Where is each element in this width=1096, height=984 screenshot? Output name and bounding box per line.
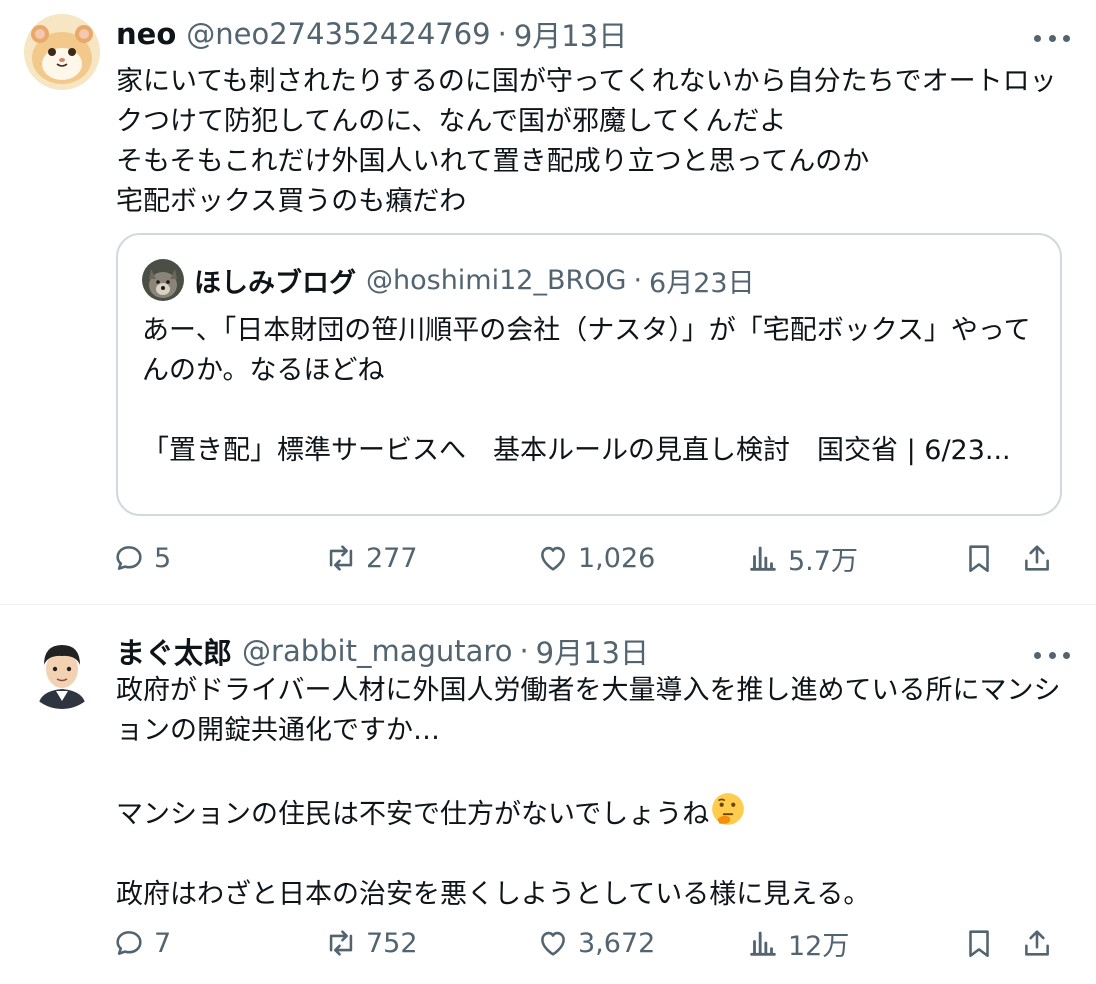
- like-count: 1,026: [578, 542, 656, 574]
- share-icon: [1025, 930, 1049, 956]
- reply-button[interactable]: 5: [112, 534, 171, 582]
- repost-icon: [329, 930, 353, 956]
- tweet-header: まぐ太郎 @rabbit_magutaro · 9月13日: [116, 631, 1016, 671]
- user-handle[interactable]: @rabbit_magutaro: [242, 634, 512, 668]
- view-count: 12万: [788, 930, 850, 962]
- like-button[interactable]: 1,026: [536, 534, 655, 582]
- reply-icon: [116, 546, 142, 570]
- like-count: 3,672: [578, 927, 656, 959]
- views-button[interactable]: 12万: [746, 919, 849, 967]
- hamster-avatar[interactable]: [24, 14, 100, 90]
- tweet-text: 家にいても刺されたりするのに国が守ってくれないから自分たちでオートロックつけて防…: [116, 66, 1057, 217]
- tweet-text-part: 政府がドライバー人材に外国人労働者を大量導入を推し進めている所にマンションの開錠…: [116, 675, 1061, 830]
- share-button[interactable]: [1020, 534, 1054, 582]
- quoted-tweet[interactable]: ほしみブログ @hoshimi12_BROG · 6月23日 あー、「日本財団の…: [116, 233, 1062, 516]
- tweet-date[interactable]: 9月13日: [536, 630, 649, 672]
- quoted-tweet-date: 6月23日: [649, 267, 755, 299]
- reply-icon: [116, 931, 142, 955]
- tweet[interactable]: neo @neo274352424769 · 9月13日 家にいても刺されたりす…: [0, 0, 1096, 604]
- analytics-icon: [750, 546, 776, 571]
- quoted-tweet-text: あー、「日本財団の笹川順平の会社（ナスタ）」が「宅配ボックス」やってんのか。なる…: [142, 315, 1031, 466]
- view-count: 5.7万: [788, 545, 858, 577]
- tweet[interactable]: まぐ太郎 @rabbit_magutaro · 9月13日 政府がドライバー人材…: [0, 604, 1096, 984]
- display-name[interactable]: neo: [116, 17, 176, 51]
- bookmark-button[interactable]: [962, 919, 996, 967]
- analytics-icon: [750, 931, 776, 956]
- like-button[interactable]: 3,672: [536, 919, 655, 967]
- heart-icon: [541, 931, 565, 956]
- tweet-header: neo @neo274352424769 · 9月13日: [116, 14, 1016, 54]
- repost-count: 752: [366, 927, 418, 959]
- share-icon: [1025, 545, 1049, 571]
- tweet-actions: 5 277 1,026 5.7万: [112, 534, 1068, 582]
- repost-icon: [329, 545, 353, 571]
- quoted-tweet-header: ほしみブログ @hoshimi12_BROG · 6月23日: [194, 259, 755, 301]
- user-handle[interactable]: @neo274352424769: [186, 17, 490, 51]
- reply-button[interactable]: 7: [112, 919, 171, 967]
- more-options-icon[interactable]: [1034, 28, 1070, 48]
- tweet-date[interactable]: 9月13日: [514, 13, 627, 55]
- reply-count: 5: [154, 542, 172, 574]
- views-button[interactable]: 5.7万: [746, 534, 858, 582]
- thinking-face-emoji: [712, 793, 745, 825]
- separator: ·: [497, 17, 507, 51]
- bookmark-icon: [969, 930, 989, 958]
- bookmark-icon: [969, 545, 989, 573]
- man-cartoon-avatar[interactable]: [24, 633, 100, 709]
- bookmark-button[interactable]: [962, 534, 996, 582]
- quoted-display-name: ほしみブログ: [194, 267, 356, 299]
- share-button[interactable]: [1020, 919, 1054, 967]
- tweet-text: 政府がドライバー人材に外国人労働者を大量導入を推し進めている所にマンションの開錠…: [116, 671, 1072, 915]
- repost-button[interactable]: 752: [324, 919, 418, 967]
- separator: ·: [633, 264, 643, 296]
- heart-icon: [541, 546, 565, 571]
- separator: ·: [519, 634, 529, 668]
- tweet-text-part: 政府はわざと日本の治安を悪くしようとしている様に見える。: [116, 879, 871, 910]
- repost-count: 277: [366, 542, 418, 574]
- quoted-user-handle: @hoshimi12_BROG: [366, 264, 627, 296]
- wolf-avatar[interactable]: [142, 259, 184, 301]
- repost-button[interactable]: 277: [324, 534, 418, 582]
- display-name[interactable]: まぐ太郎: [116, 630, 232, 672]
- reply-count: 7: [154, 927, 172, 959]
- more-options-icon[interactable]: [1034, 645, 1070, 665]
- tweet-actions: 7 752 3,672 12万: [112, 919, 1068, 967]
